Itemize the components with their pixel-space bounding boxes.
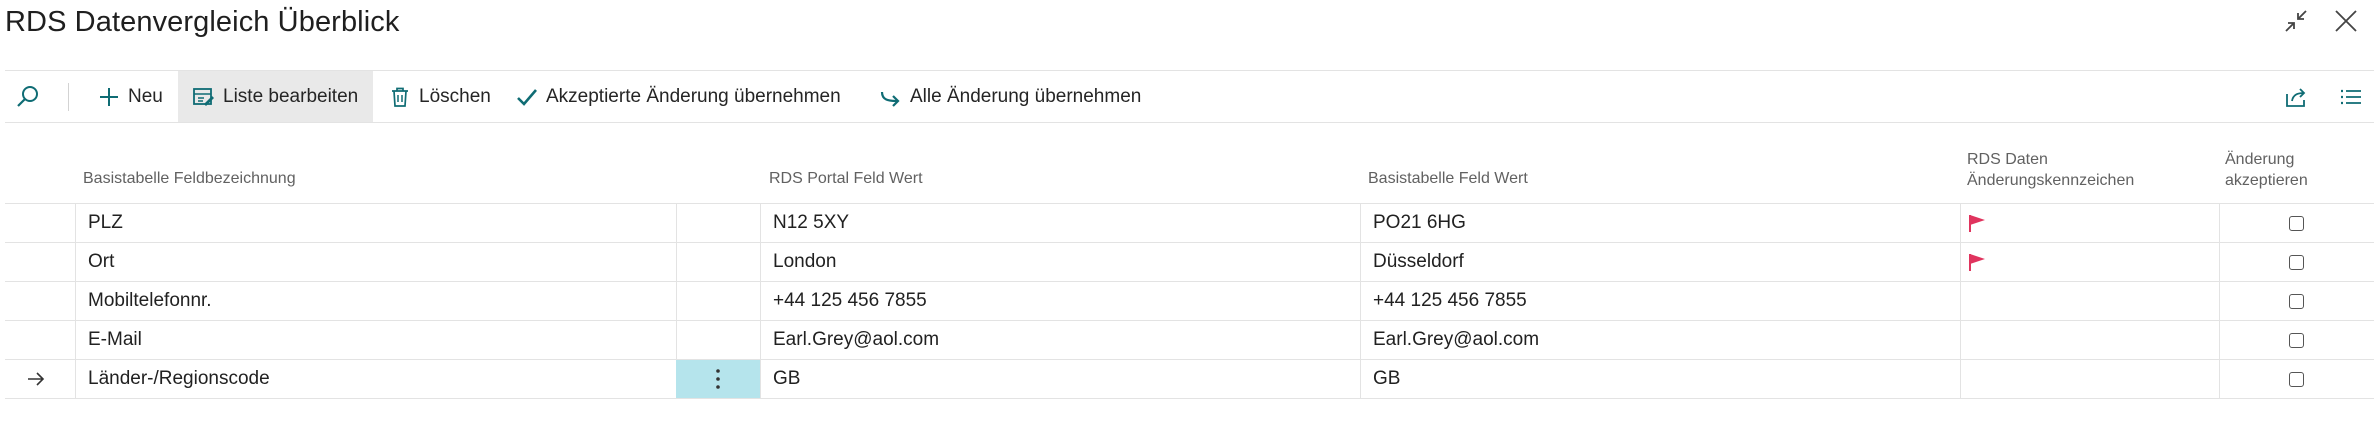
- field-name-cell[interactable]: E-Mail: [78, 321, 676, 359]
- search-button[interactable]: [15, 71, 41, 122]
- portal-value-cell[interactable]: London: [763, 243, 1360, 281]
- forward-arrow-icon: [880, 91, 900, 107]
- column-divider: [760, 282, 761, 320]
- accept-all-changes-button[interactable]: Alle Änderung übernehmen: [879, 71, 1141, 122]
- field-name-cell[interactable]: Ort: [78, 243, 676, 281]
- close-button[interactable]: [2329, 4, 2363, 38]
- column-divider: [1360, 360, 1361, 398]
- delete-button[interactable]: Löschen: [388, 71, 491, 122]
- current-row-arrow-icon: [25, 360, 65, 398]
- column-divider: [75, 360, 76, 398]
- edit-list-button[interactable]: Liste bearbeiten: [178, 71, 374, 122]
- collapse-button[interactable]: [2279, 4, 2313, 38]
- accept-change-checkbox[interactable]: [2289, 254, 2304, 270]
- column-divider: [1360, 321, 1361, 359]
- row-actions-button[interactable]: [676, 360, 760, 398]
- more-options-icon: [716, 369, 720, 389]
- table-row-partial: [5, 398, 2374, 437]
- column-divider: [760, 360, 761, 398]
- field-name-cell[interactable]: Länder-/Regionscode: [78, 360, 676, 398]
- share-icon: [2286, 87, 2306, 107]
- edit-list-icon: [193, 87, 214, 106]
- column-divider: [1360, 243, 1361, 281]
- accept-change-checkbox-cell: [2219, 243, 2374, 281]
- change-flag-icon: [1967, 243, 2007, 281]
- edit-list-label: Liste bearbeiten: [223, 85, 359, 107]
- column-divider: [760, 243, 761, 281]
- field-name-cell[interactable]: Mobiltelefonnr.: [78, 282, 676, 320]
- table-row[interactable]: PLZ N12 5XY PO21 6HG: [5, 203, 2374, 242]
- portal-value-cell[interactable]: Earl.Grey@aol.com: [763, 321, 1360, 359]
- accept-change-checkbox[interactable]: [2289, 371, 2304, 387]
- search-icon: [17, 85, 38, 107]
- column-divider: [676, 243, 677, 281]
- portal-value-cell[interactable]: N12 5XY: [763, 204, 1360, 242]
- portal-value-cell[interactable]: GB: [763, 360, 1360, 398]
- column-divider: [1360, 282, 1361, 320]
- base-value-cell[interactable]: Düsseldorf: [1363, 243, 1960, 281]
- change-flag-icon: [1967, 204, 2007, 242]
- table-row[interactable]: E-Mail Earl.Grey@aol.com Earl.Grey@aol.com: [5, 320, 2374, 359]
- action-bar: Neu Liste bearbeiten Löschen Akzeptierte…: [5, 70, 2374, 123]
- table-row[interactable]: Mobiltelefonnr. +44 125 456 7855 +44 125 4…: [5, 281, 2374, 320]
- column-divider: [1960, 321, 1961, 359]
- accept-change-checkbox[interactable]: [2289, 215, 2304, 231]
- column-divider: [1960, 243, 1961, 281]
- base-value-cell[interactable]: Earl.Grey@aol.com: [1363, 321, 1960, 359]
- new-button-label: Neu: [128, 85, 163, 107]
- table-row[interactable]: Länder-/Regionscode GB GB: [5, 359, 2374, 398]
- base-value-cell[interactable]: GB: [1363, 360, 1960, 398]
- new-button[interactable]: Neu: [97, 71, 163, 122]
- accept-all-label: Alle Änderung übernehmen: [910, 85, 1142, 107]
- column-divider: [676, 321, 677, 359]
- column-divider: [75, 282, 76, 320]
- toolbar-divider: [68, 83, 69, 111]
- column-divider: [1960, 360, 1961, 398]
- share-button[interactable]: [2283, 71, 2309, 122]
- column-divider: [75, 204, 76, 242]
- base-value-cell[interactable]: +44 125 456 7855: [1363, 282, 1960, 320]
- column-divider: [1360, 204, 1361, 242]
- collapse-icon: [2285, 10, 2307, 32]
- page-title: RDS Datenvergleich Überblick: [5, 6, 400, 38]
- column-divider: [1960, 282, 1961, 320]
- base-value-cell[interactable]: PO21 6HG: [1363, 204, 1960, 242]
- column-divider: [75, 321, 76, 359]
- list-view-icon: [2341, 89, 2361, 104]
- portal-value-cell[interactable]: +44 125 456 7855: [763, 282, 1360, 320]
- accept-change-checkbox-cell: [2219, 360, 2374, 398]
- accept-accepted-changes-button[interactable]: Akzeptierte Änderung übernehmen: [515, 71, 841, 122]
- checkmark-icon: [517, 88, 537, 106]
- accept-accepted-label: Akzeptierte Änderung übernehmen: [546, 85, 841, 107]
- list-view-button[interactable]: [2338, 71, 2364, 122]
- accept-change-checkbox-cell: [2219, 204, 2374, 242]
- column-divider: [760, 204, 761, 242]
- table-row[interactable]: Ort London Düsseldorf: [5, 242, 2374, 281]
- column-divider: [676, 282, 677, 320]
- close-icon: [2335, 10, 2357, 32]
- trash-icon: [392, 87, 408, 107]
- accept-change-checkbox[interactable]: [2289, 332, 2304, 348]
- accept-change-checkbox[interactable]: [2289, 293, 2304, 309]
- column-divider: [1960, 204, 1961, 242]
- column-divider: [760, 321, 761, 359]
- column-divider: [75, 243, 76, 281]
- column-divider: [676, 204, 677, 242]
- field-name-cell[interactable]: PLZ: [78, 204, 676, 242]
- plus-icon: [100, 87, 118, 106]
- accept-change-checkbox-cell: [2219, 282, 2374, 320]
- delete-label: Löschen: [419, 85, 491, 107]
- accept-change-checkbox-cell: [2219, 321, 2374, 359]
